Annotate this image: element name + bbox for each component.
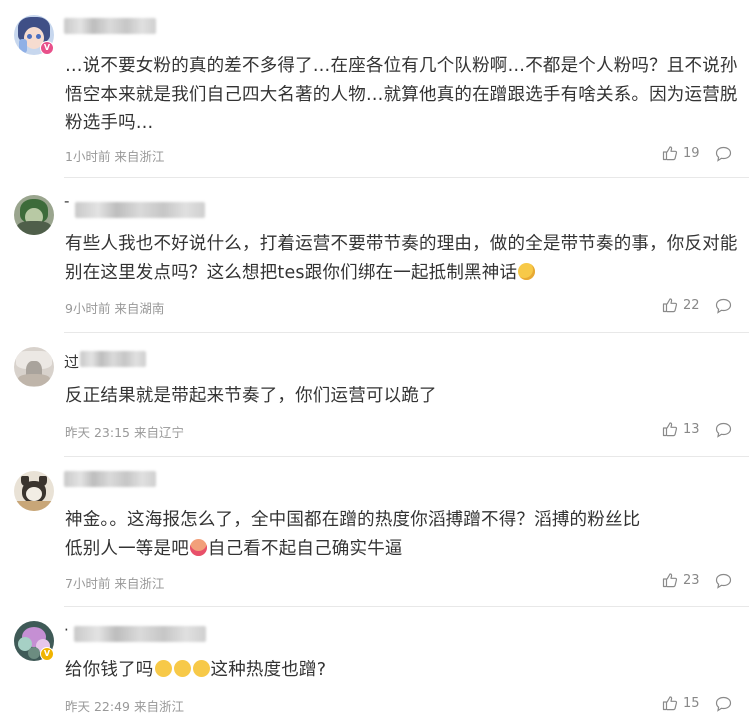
like-count: 15 bbox=[683, 695, 700, 711]
comment-bubble-icon[interactable] bbox=[715, 696, 732, 712]
tongue-emoji-icon bbox=[189, 538, 207, 556]
comment-item: V · 给你钱了吗 这种热度也蹭? 昨天 22:49 来自浙江 15 bbox=[0, 607, 749, 728]
smile-emoji-icon bbox=[154, 660, 172, 677]
username-blurred[interactable] bbox=[75, 202, 205, 218]
comment-text: 反正结果就是带起来节奏了，你们运营可以跪了 bbox=[65, 386, 437, 406]
comment-meta: 7小时前 来自浙江 bbox=[65, 576, 165, 591]
username-blurred[interactable] bbox=[80, 351, 146, 367]
comment-item: - 有些人我也不好说什么，打着运营不要带节奏的理由，做的全是带节奏的事，你反对能… bbox=[0, 178, 749, 328]
comment-text: …说不要女粉的真的差不多得了…在座各位有几个队粉啊…不都是个人粉吗？且不说孙悟空… bbox=[65, 56, 738, 133]
comment-text: 神金。。这海报怎么了，全中国都在蹭的热度你滔搏蹭不得？滔搏的粉丝比 低别人一等是… bbox=[65, 506, 740, 563]
thumbs-up-icon bbox=[662, 573, 678, 588]
like-button[interactable]: 15 bbox=[662, 695, 700, 711]
like-button[interactable]: 22 bbox=[662, 297, 700, 313]
comment-text-body: 有些人我也不好说什么，打着运营不要带节奏的理由，做的全是带节奏的事，你反对能别在… bbox=[65, 234, 738, 283]
comment-bubble-icon[interactable] bbox=[715, 422, 732, 438]
like-count: 19 bbox=[683, 145, 700, 161]
username-blurred[interactable] bbox=[74, 626, 206, 642]
avatar[interactable] bbox=[14, 195, 54, 235]
comment-meta: 9小时前 来自湖南 bbox=[65, 301, 165, 316]
username-blurred[interactable] bbox=[64, 471, 156, 487]
username-initial: 过 bbox=[64, 353, 80, 371]
like-count: 23 bbox=[683, 572, 700, 588]
smile-emoji-icon bbox=[192, 660, 210, 677]
like-count: 22 bbox=[683, 297, 700, 313]
comment-item: V …说不要女粉的真的差不多得了…在座各位有几个队粉啊…不都是个人粉吗？且不说孙… bbox=[0, 0, 749, 175]
thumbs-up-icon bbox=[662, 422, 678, 437]
comment-bubble-icon[interactable] bbox=[715, 146, 732, 162]
thumbs-up-icon bbox=[662, 696, 678, 711]
username-initial: - bbox=[64, 192, 70, 210]
username-blurred[interactable] bbox=[64, 18, 156, 34]
verified-badge-icon: V bbox=[40, 647, 54, 661]
comment-text-segment: 自己看不起自己确实牛逼 bbox=[207, 538, 403, 559]
comment-text-segment: 低别人一等是吧 bbox=[65, 538, 189, 559]
comment-meta: 昨天 22:49 来自浙江 bbox=[65, 699, 184, 714]
avatar[interactable] bbox=[14, 471, 54, 511]
username-initial: · bbox=[64, 621, 69, 639]
comment-text-line: 低别人一等是吧 自己看不起自己确实牛逼 bbox=[65, 535, 740, 564]
like-button[interactable]: 13 bbox=[662, 421, 700, 437]
comment-list: V …说不要女粉的真的差不多得了…在座各位有几个队粉啊…不都是个人粉吗？且不说孙… bbox=[0, 0, 749, 728]
comment-bubble-icon[interactable] bbox=[715, 298, 732, 314]
like-count: 13 bbox=[683, 421, 700, 437]
smile-emoji-icon bbox=[173, 660, 191, 677]
like-button[interactable]: 23 bbox=[662, 572, 700, 588]
comment-item: 过 反正结果就是带起来节奏了，你们运营可以跪了 昨天 23:15 来自辽宁 13 bbox=[0, 333, 749, 453]
comment-text: 给你钱了吗 这种热度也蹭? bbox=[65, 656, 740, 685]
comment-text-line: 神金。。这海报怎么了，全中国都在蹭的热度你滔搏蹭不得？滔搏的粉丝比 bbox=[65, 510, 641, 530]
comment-item: 神金。。这海报怎么了，全中国都在蹭的热度你滔搏蹭不得？滔搏的粉丝比 低别人一等是… bbox=[0, 457, 749, 607]
comment-text: 有些人我也不好说什么，打着运营不要带节奏的理由，做的全是带节奏的事，你反对能别在… bbox=[65, 230, 740, 287]
comment-text-segment: 给你钱了吗 bbox=[65, 660, 154, 680]
comment-bubble-icon[interactable] bbox=[715, 573, 732, 589]
comment-meta: 昨天 23:15 来自辽宁 bbox=[65, 425, 184, 440]
comment-meta: 1小时前 来自浙江 bbox=[65, 149, 165, 164]
thumbs-up-icon bbox=[662, 298, 678, 313]
comment-text-segment: 这种热度也蹭? bbox=[210, 660, 327, 680]
thinking-emoji-icon bbox=[518, 262, 536, 280]
avatar[interactable] bbox=[14, 347, 54, 387]
verified-badge-icon: V bbox=[40, 41, 54, 55]
like-button[interactable]: 19 bbox=[662, 145, 700, 161]
thumbs-up-icon bbox=[662, 146, 678, 161]
